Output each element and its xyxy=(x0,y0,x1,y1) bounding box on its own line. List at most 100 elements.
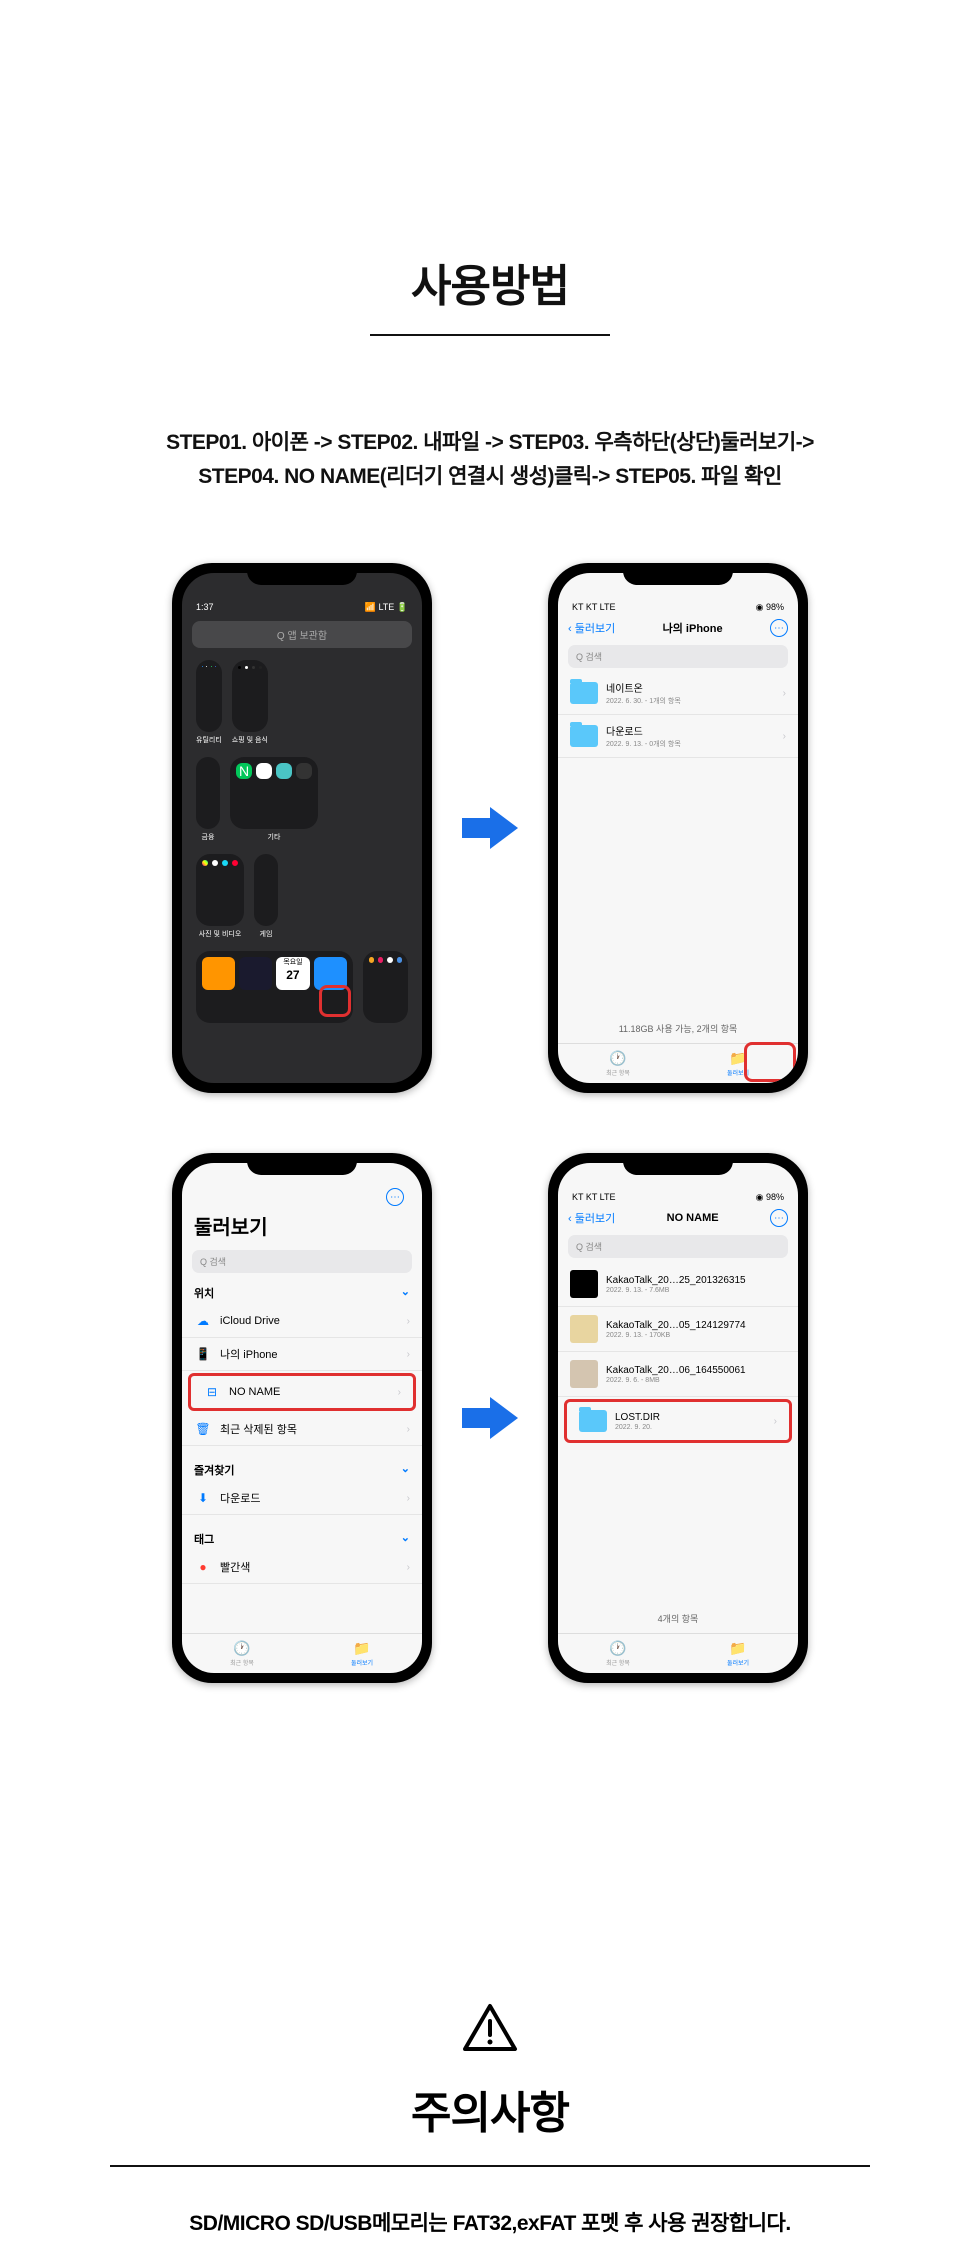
widget-other[interactable]: N xyxy=(230,757,318,829)
list-label: 다운로드 xyxy=(220,1490,399,1506)
phone-no-name: KT KT LTE ◉ 98% ‹ 둘러보기 NO NAME ⋯ Q 검색 xyxy=(548,1153,808,1683)
list-label: 나의 iPhone xyxy=(220,1346,399,1362)
chevron-right-icon: › xyxy=(398,1387,401,1398)
browse-title: 둘러보기 xyxy=(182,1205,422,1246)
file-meta: 2022. 9. 13. - 7.6MB xyxy=(606,1287,786,1294)
folder-icon xyxy=(579,1410,607,1432)
location-no-name[interactable]: ⊟ NO NAME › xyxy=(188,1373,416,1411)
widget-bottom-left[interactable]: 목요일 27 xyxy=(196,951,353,1023)
widget-bottom-right[interactable] xyxy=(363,951,408,1023)
clock-icon: 🕐 xyxy=(609,1050,626,1067)
chevron-right-icon: › xyxy=(407,1349,410,1360)
folder-nateon[interactable]: 네이트온 2022. 6. 30. - 1개의 항목 › xyxy=(558,672,798,715)
app-library-search[interactable]: Q 앱 보관함 xyxy=(192,621,412,648)
location-my-iphone[interactable]: 📱 나의 iPhone › xyxy=(182,1338,422,1371)
chevron-right-icon: › xyxy=(407,1493,410,1504)
status-icons: 📶 LTE 🔋 xyxy=(365,602,408,613)
steps-line2: STEP04. NO NAME(리더기 연결시 생성)클릭-> STEP05. … xyxy=(40,460,940,494)
clock-icon: 🕐 xyxy=(233,1640,250,1657)
back-button[interactable]: ‹ 둘러보기 xyxy=(568,620,615,636)
warning-underline xyxy=(110,2165,870,2167)
list-label: 최근 삭제된 항목 xyxy=(220,1421,399,1437)
search-input[interactable]: Q 검색 xyxy=(568,1235,788,1258)
screen-title: 나의 iPhone xyxy=(663,620,723,636)
file-thumb xyxy=(570,1270,598,1298)
tab-label: 최근 항목 xyxy=(230,1658,254,1667)
chevron-down-icon[interactable]: ⌄ xyxy=(401,1531,410,1547)
chevron-right-icon: › xyxy=(774,1416,777,1427)
clock-icon: 🕐 xyxy=(609,1640,626,1657)
folder-meta: 2022. 6. 30. - 1개의 항목 xyxy=(606,696,775,706)
tab-browse[interactable]: 📁 둘러보기 xyxy=(678,1634,798,1673)
item-count: 4개의 항목 xyxy=(558,1604,798,1633)
chevron-right-icon: › xyxy=(783,688,786,699)
tab-label: 둘러보기 xyxy=(727,1658,749,1667)
status-battery: ◉ 98% xyxy=(756,1192,784,1203)
location-icloud[interactable]: ☁ iCloud Drive › xyxy=(182,1305,422,1338)
back-button[interactable]: ‹ 둘러보기 xyxy=(568,1210,615,1226)
chevron-right-icon: › xyxy=(407,1562,410,1573)
file-name: KakaoTalk_20…06_164550061 xyxy=(606,1365,786,1376)
favorite-downloads[interactable]: ⬇ 다운로드 › xyxy=(182,1482,422,1515)
tab-recent[interactable]: 🕐 최근 항목 xyxy=(182,1634,302,1673)
warning-icon xyxy=(40,2003,940,2065)
search-input[interactable]: Q 검색 xyxy=(568,645,788,668)
widget-games[interactable] xyxy=(254,854,278,926)
folder-meta: 2022. 9. 20. xyxy=(615,1424,766,1431)
status-carrier: KT KT LTE xyxy=(572,1192,616,1202)
folder-lost-dir[interactable]: LOST.DIR 2022. 9. 20. › xyxy=(564,1399,792,1443)
tab-recent[interactable]: 🕐 최근 항목 xyxy=(558,1044,678,1083)
more-icon[interactable]: ⋯ xyxy=(770,619,788,637)
section-favorites: 즐겨찾기 xyxy=(194,1462,234,1478)
status-time: 1:37 xyxy=(196,602,214,612)
list-label: NO NAME xyxy=(229,1386,390,1398)
folder-downloads[interactable]: 다운로드 2022. 9. 13. - 0개의 항목 › xyxy=(558,715,798,758)
folder-name: LOST.DIR xyxy=(615,1412,766,1423)
browse-tab-highlight xyxy=(744,1042,796,1082)
tab-label: 최근 항목 xyxy=(606,1658,630,1667)
widget-shopping[interactable] xyxy=(232,660,268,732)
more-icon[interactable]: ⋯ xyxy=(770,1209,788,1227)
file-item[interactable]: KakaoTalk_20…06_164550061 2022. 9. 6. - … xyxy=(558,1352,798,1397)
location-recently-deleted[interactable]: 🗑 최근 삭제된 항목 › xyxy=(182,1413,422,1446)
folder-name: 네이트온 xyxy=(606,680,775,695)
phone-my-iphone: KT KT LTE ◉ 98% ‹ 둘러보기 나의 iPhone ⋯ Q 검색 xyxy=(548,563,808,1093)
drive-icon: ⊟ xyxy=(203,1383,221,1401)
widget-label: 금융 xyxy=(196,832,220,842)
widget-label: 게임 xyxy=(254,929,278,939)
storage-text: 11.18GB 사용 가능, 2개의 항목 xyxy=(558,1014,798,1043)
status-carrier: KT KT LTE xyxy=(572,602,616,612)
warning-text: SD/MICRO SD/USB메모리는 FAT32,exFAT 포멧 후 사용 … xyxy=(40,2207,940,2247)
tab-browse[interactable]: 📁 둘러보기 xyxy=(302,1634,422,1673)
file-meta: 2022. 9. 13. - 170KB xyxy=(606,1332,786,1339)
file-item[interactable]: KakaoTalk_20…25_201326315 2022. 9. 13. -… xyxy=(558,1262,798,1307)
chevron-right-icon: › xyxy=(407,1316,410,1327)
heading-underline xyxy=(370,334,610,336)
screen-title: NO NAME xyxy=(667,1212,719,1224)
cal-day: 목요일 xyxy=(283,959,302,966)
tag-red[interactable]: ● 빨간색 › xyxy=(182,1551,422,1584)
widget-utilities[interactable] xyxy=(196,660,222,732)
widget-finance[interactable] xyxy=(196,757,220,829)
widget-label: 유틸리티 xyxy=(196,735,222,745)
folder-icon xyxy=(570,682,598,704)
tab-label: 둘러보기 xyxy=(351,1658,373,1667)
chevron-down-icon[interactable]: ⌄ xyxy=(401,1462,410,1478)
arrow-icon xyxy=(462,1397,518,1439)
folder-icon: 📁 xyxy=(729,1640,746,1657)
widget-label: 사진 및 비디오 xyxy=(196,929,244,939)
phone-browse: ⋯ 둘러보기 Q 검색 위치 ⌄ ☁ iCloud Drive xyxy=(172,1153,432,1683)
cal-date: 27 xyxy=(286,968,299,982)
files-app-highlight xyxy=(319,985,351,1017)
chevron-down-icon[interactable]: ⌄ xyxy=(401,1285,410,1301)
widget-photo-video[interactable] xyxy=(196,854,244,926)
file-name: KakaoTalk_20…25_201326315 xyxy=(606,1275,786,1286)
phone-home-screen: 1:37 📶 LTE 🔋 Q 앱 보관함 xyxy=(172,563,432,1093)
tab-recent[interactable]: 🕐 최근 항목 xyxy=(558,1634,678,1673)
download-icon: ⬇ xyxy=(194,1489,212,1507)
file-item[interactable]: KakaoTalk_20…05_124129774 2022. 9. 13. -… xyxy=(558,1307,798,1352)
file-meta: 2022. 9. 6. - 8MB xyxy=(606,1377,786,1384)
folder-meta: 2022. 9. 13. - 0개의 항목 xyxy=(606,739,775,749)
search-input[interactable]: Q 검색 xyxy=(192,1250,412,1273)
more-icon[interactable]: ⋯ xyxy=(386,1188,404,1206)
